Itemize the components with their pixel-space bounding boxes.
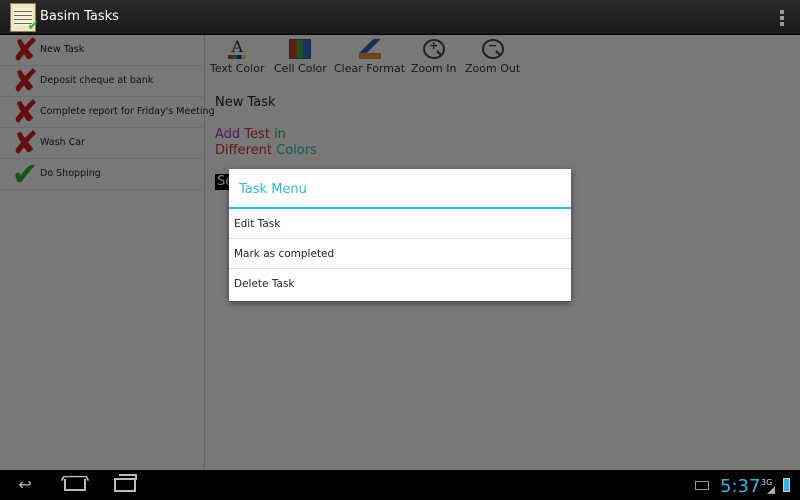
signal-icon: [767, 486, 775, 494]
action-bar: ✔ Basim Tasks: [0, 0, 800, 35]
system-nav-bar: ↩ 5:37 3G: [0, 470, 800, 500]
mark-completed-item[interactable]: Mark as completed: [229, 239, 571, 269]
clock[interactable]: 5:37: [720, 476, 760, 497]
battery-icon: [783, 478, 790, 492]
recent-apps-icon[interactable]: [114, 474, 137, 492]
back-icon[interactable]: ↩: [12, 476, 38, 494]
dialog-title: Task Menu: [229, 169, 571, 209]
keyboard-icon: [695, 481, 709, 490]
app-title: Basim Tasks: [40, 9, 119, 24]
home-icon[interactable]: [64, 479, 86, 491]
task-menu-dialog: Task Menu Edit Task Mark as completed De…: [229, 169, 571, 301]
overflow-menu-icon[interactable]: [780, 10, 784, 26]
edit-task-item[interactable]: Edit Task: [229, 209, 571, 239]
delete-task-item[interactable]: Delete Task: [229, 269, 571, 299]
app-logo-icon[interactable]: ✔: [10, 3, 39, 34]
